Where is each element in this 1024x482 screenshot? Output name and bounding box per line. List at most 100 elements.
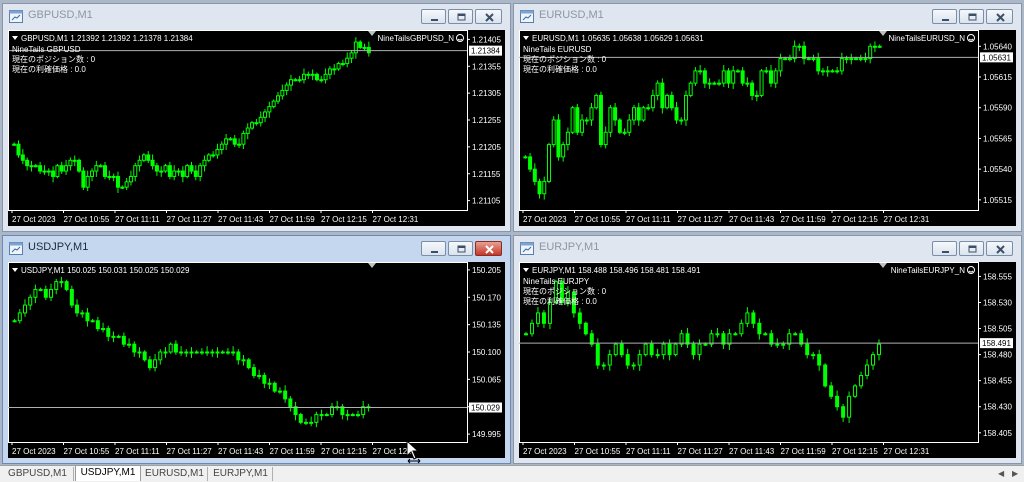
chart-window-eurjpy[interactable]: EURJPY,M1 158.555 158.530 158.505 158.480 15… <box>513 235 1022 464</box>
chart-area[interactable]: 1.21405 1.21355 1.21305 1.21255 1.21205 1.211… <box>8 30 505 226</box>
candle-body <box>717 82 722 85</box>
restore-button[interactable] <box>959 9 984 24</box>
candle-body <box>589 333 594 345</box>
window-titlebar[interactable]: USDJPY,M1 <box>3 236 510 262</box>
expert-advisor-name: NineTailsEURUSD_N <box>889 34 966 43</box>
candle-body <box>617 119 622 133</box>
candle-body <box>787 333 792 345</box>
candle-body <box>95 320 100 330</box>
tab-eurjpy[interactable]: EURJPY,M1 <box>209 467 273 481</box>
chart-area[interactable]: 1.05640 1.05615 1.05590 1.05565 1.05540 1.055… <box>519 30 1016 226</box>
candle-body <box>69 288 74 306</box>
close-button[interactable] <box>475 9 502 24</box>
close-button[interactable] <box>986 241 1013 256</box>
candle-body <box>202 159 207 167</box>
candle-body <box>655 354 660 357</box>
shift-marker-icon <box>368 31 376 36</box>
chart-window-usdjpy[interactable]: USDJPY,M1 150.205 150.170 150.135 150.100 15… <box>2 235 511 464</box>
candle-body <box>797 45 802 48</box>
candle-body <box>199 351 204 354</box>
time-tick-label: 27 Oct 11:27 <box>678 447 724 456</box>
candle-body <box>237 143 242 146</box>
chart-area[interactable]: 150.205 150.170 150.135 150.100 150.065 150.0… <box>8 262 505 458</box>
scroll-right-icon[interactable]: ▶ <box>1012 469 1018 478</box>
minimize-button[interactable] <box>932 241 957 256</box>
window-titlebar[interactable]: EURJPY,M1 <box>514 236 1021 262</box>
candle-body <box>142 351 147 361</box>
candle-body <box>853 385 858 397</box>
price-chart[interactable]: 1.05640 1.05615 1.05590 1.05565 1.05540 1.055… <box>519 30 1016 226</box>
ea-info-line: 現在の利確価格 : 0.0 <box>12 64 86 74</box>
candle-body <box>817 354 822 366</box>
candle-body <box>735 70 740 73</box>
price-chart[interactable]: 150.205 150.170 150.135 150.100 150.065 150.0… <box>8 262 505 458</box>
candle-body <box>75 304 80 314</box>
minimize-button[interactable] <box>421 241 446 256</box>
price-tick-label: 1.05540 <box>983 165 1012 174</box>
candle-body <box>353 41 358 54</box>
candle-body <box>811 354 816 357</box>
price-tick-label: 150.205 <box>472 266 501 275</box>
restore-button[interactable] <box>959 241 984 256</box>
tab-eurusd[interactable]: EURUSD,M1 <box>142 467 208 481</box>
candle-body <box>849 58 854 61</box>
chart-tab-bar: GBPUSD,M1 USDJPY,M1 EURUSD,M1 EURJPY,M1 … <box>0 465 1024 482</box>
current-price-label: 1.05631 <box>982 53 1011 62</box>
tab-usdjpy[interactable]: USDJPY,M1 <box>75 465 141 481</box>
candle-body <box>768 70 773 84</box>
close-button[interactable] <box>475 241 502 256</box>
candle-body <box>528 156 533 170</box>
candle-body <box>584 119 589 122</box>
chart-window-eurusd[interactable]: EURUSD,M1 1.05640 1.05615 1.05590 1.05565 1.… <box>513 3 1022 232</box>
candle-body <box>288 398 293 408</box>
time-tick-label: 27 Oct 11:43 <box>729 447 775 456</box>
candle-body <box>189 165 194 172</box>
candle-body <box>542 180 547 195</box>
scroll-left-icon[interactable]: ◀ <box>998 469 1004 478</box>
close-icon <box>996 13 1005 22</box>
candle-body <box>228 138 233 141</box>
candle-body <box>17 312 22 322</box>
candle-body <box>254 122 259 125</box>
candle-body <box>731 70 736 84</box>
restore-button[interactable] <box>448 9 473 24</box>
candle-body <box>210 351 215 354</box>
candle-body <box>608 107 613 133</box>
candle-body <box>314 73 319 81</box>
candle-body <box>655 82 660 96</box>
close-button[interactable] <box>986 9 1013 24</box>
time-tick-label: 27 Oct 12:15 <box>321 215 367 224</box>
time-tick-label: 27 Oct 12:15 <box>321 447 367 456</box>
minimize-button[interactable] <box>421 9 446 24</box>
candle-body <box>133 165 138 177</box>
restore-icon <box>968 13 977 21</box>
minimize-icon <box>942 19 949 21</box>
price-tick-label: 1.05590 <box>983 104 1012 113</box>
candle-body <box>841 406 846 418</box>
chart-window-gbpusd[interactable]: GBPUSD,M1 1.21405 1.21355 1.21305 1.21255 1.… <box>2 3 511 232</box>
candle-body <box>636 107 641 121</box>
tab-gbpusd[interactable]: GBPUSD,M1 <box>2 467 74 481</box>
current-price-label: 1.21384 <box>471 47 500 56</box>
smiley-mouth <box>457 38 463 41</box>
restore-button[interactable] <box>448 241 473 256</box>
minimize-button[interactable] <box>932 9 957 24</box>
price-chart[interactable]: 1.21405 1.21355 1.21305 1.21255 1.21205 1.211… <box>8 30 505 226</box>
window-title: USDJPY,M1 <box>28 241 89 253</box>
minimize-icon <box>942 251 949 253</box>
price-chart[interactable]: 158.555 158.530 158.505 158.480 158.455 158.4… <box>519 262 1016 458</box>
window-titlebar[interactable]: EURUSD,M1 <box>514 4 1021 30</box>
window-titlebar[interactable]: GBPUSD,M1 <box>3 4 510 30</box>
candle-body <box>646 107 651 110</box>
ea-info-line: NineTails EURUSD <box>523 45 592 54</box>
candle-body <box>16 143 21 156</box>
candle-body <box>263 111 268 118</box>
time-tick-label: 27 Oct 11:11 <box>115 447 160 456</box>
price-tick-label: 150.135 <box>472 321 501 330</box>
candle-body <box>787 58 792 61</box>
candle-body <box>42 170 47 173</box>
price-tick-label: 158.405 <box>983 429 1012 438</box>
chart-area[interactable]: 158.555 158.530 158.505 158.480 158.455 158.4… <box>519 262 1016 458</box>
candle-body <box>805 343 810 356</box>
chart-window-icon <box>9 10 23 23</box>
